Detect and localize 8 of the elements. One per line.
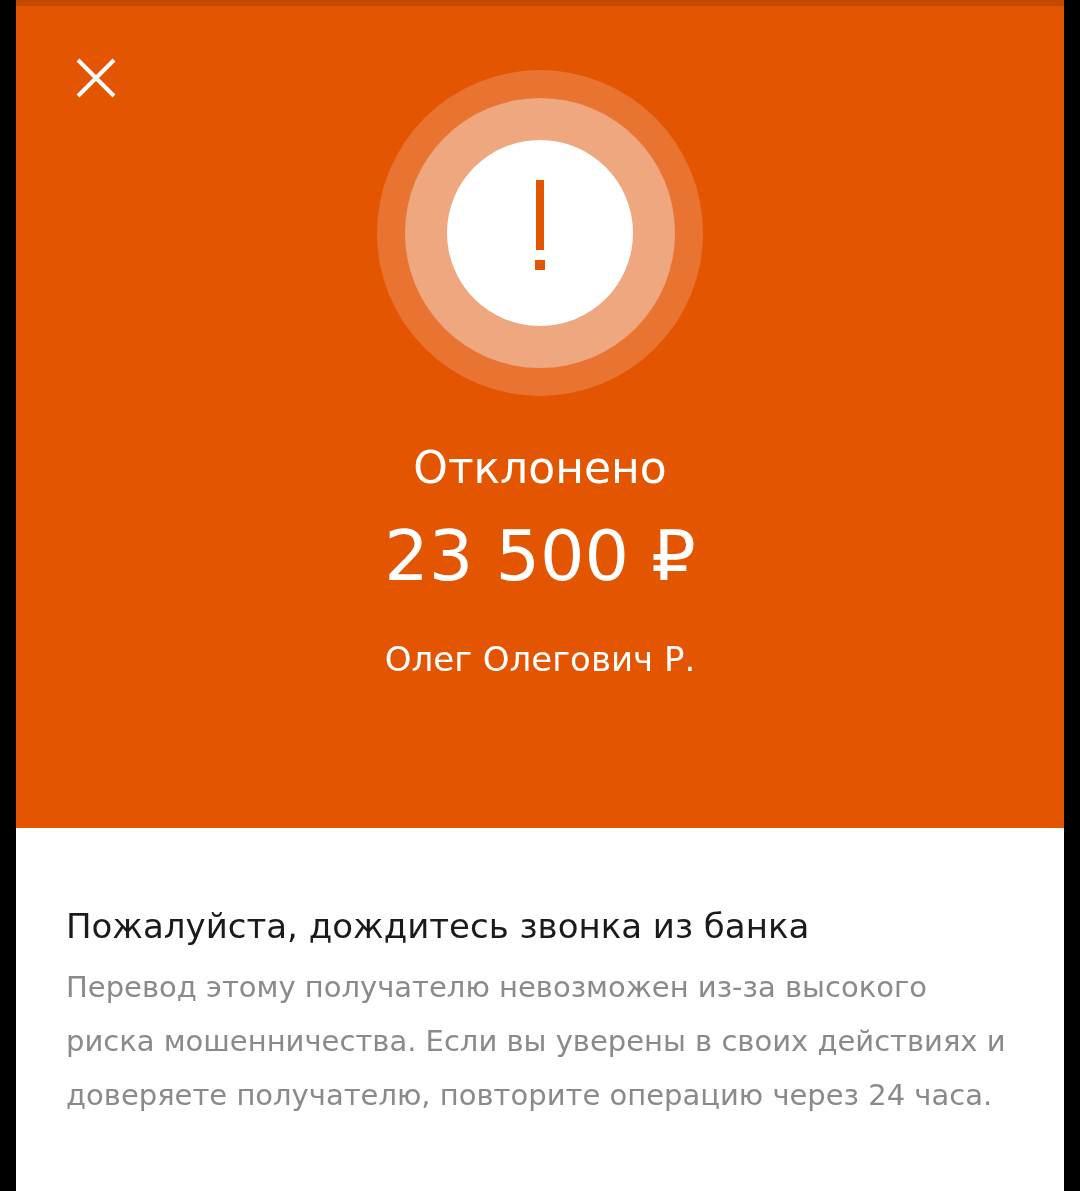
- warning-icon: [377, 70, 703, 396]
- status-title: Отклонено: [413, 441, 667, 495]
- close-icon: [74, 56, 118, 100]
- close-button[interactable]: [74, 56, 118, 100]
- notice-title: Пожалуйста, дождитесь звонка из банка: [66, 905, 811, 948]
- amount: 23 500 ₽: [384, 514, 696, 598]
- recipient-name: Олег Олегович Р.: [384, 638, 696, 681]
- notice-text: Перевод этому получателю невозможен из-за высокого риска мошенничества. Если вы уверены в своих действиях и доверяете получателю, повторите операцию через 24 часа.: [66, 969, 1007, 1114]
